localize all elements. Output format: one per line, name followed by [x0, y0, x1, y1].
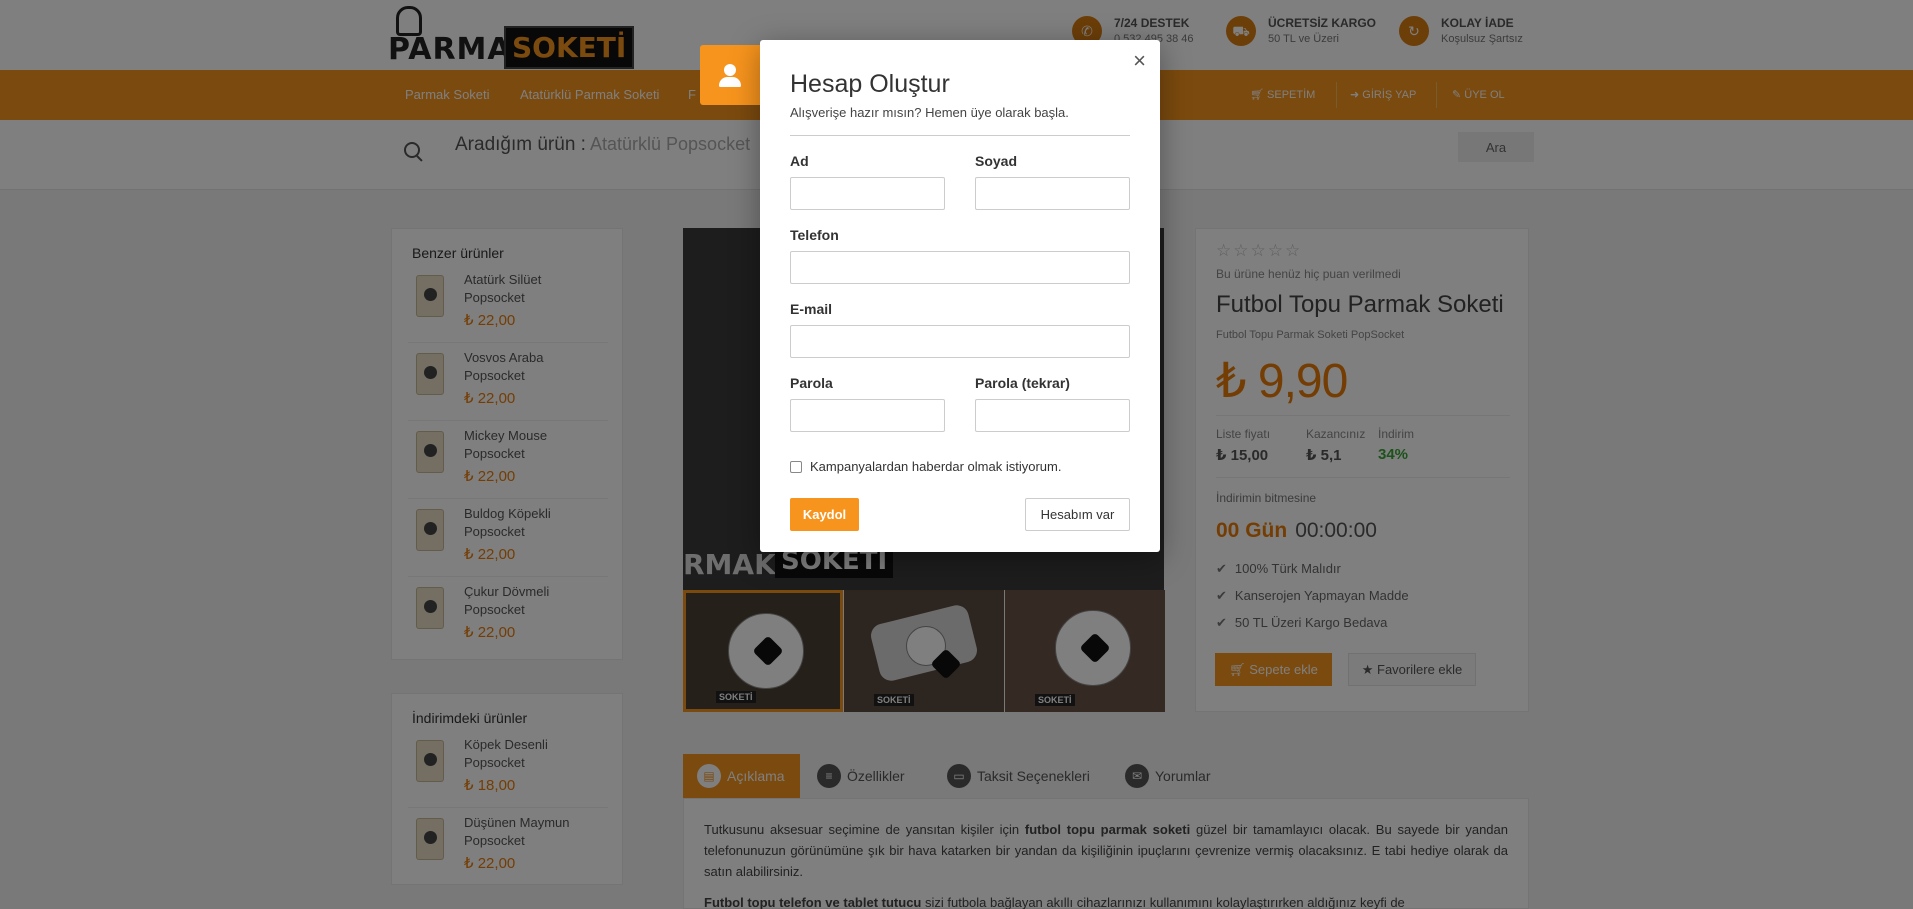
newsletter-label[interactable]: Kampanyalardan haberdar olmak istiyorum. — [810, 459, 1061, 474]
user-icon-body — [719, 77, 741, 87]
have-account-button[interactable]: Hesabım var — [1025, 498, 1130, 531]
close-icon[interactable]: × — [1133, 48, 1146, 74]
last-name-label: Soyad — [975, 153, 1018, 169]
password-repeat-label: Parola (tekrar) — [975, 375, 1070, 391]
user-icon-head — [724, 64, 736, 76]
register-button[interactable]: Kaydol — [790, 498, 859, 531]
first-name-label: Ad — [790, 153, 809, 169]
phone-label: Telefon — [790, 227, 839, 243]
first-name-field[interactable] — [790, 177, 945, 210]
password-label: Parola — [790, 375, 833, 391]
modal-divider — [790, 135, 1130, 136]
email-field[interactable] — [790, 325, 1130, 358]
email-label: E-mail — [790, 301, 833, 317]
newsletter-checkbox[interactable] — [790, 461, 802, 473]
password-repeat-field[interactable] — [975, 399, 1130, 432]
modal-title: Hesap Oluştur — [790, 70, 950, 98]
phone-field[interactable] — [790, 251, 1130, 284]
modal-subtitle: Alışverişe hazır mısın? Hemen üye olarak… — [790, 105, 1069, 120]
password-field[interactable] — [790, 399, 945, 432]
last-name-field[interactable] — [975, 177, 1130, 210]
user-icon — [700, 45, 760, 105]
register-modal: × Hesap Oluştur Alışverişe hazır mısın? … — [760, 40, 1160, 552]
